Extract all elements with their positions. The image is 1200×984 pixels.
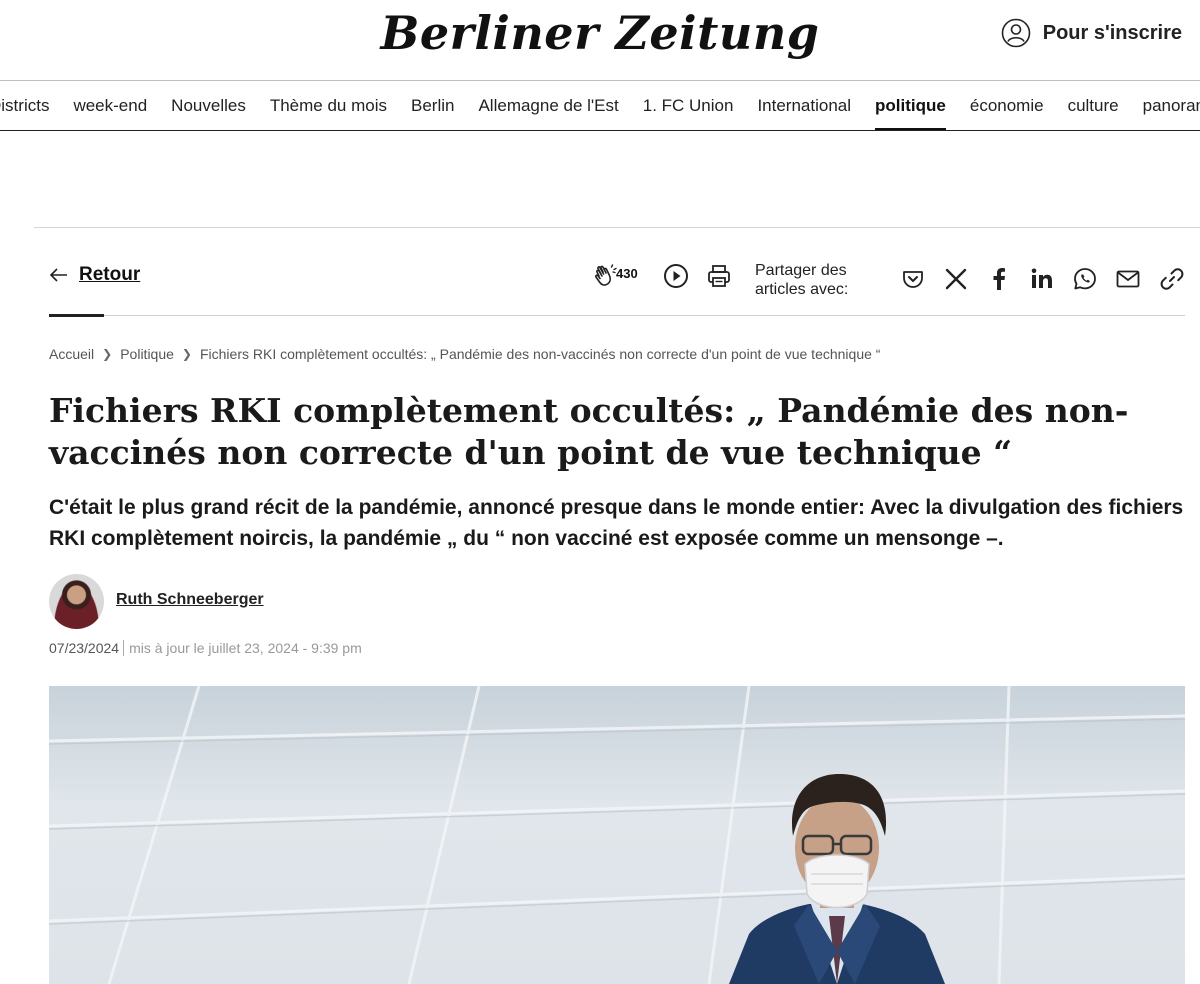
print-icon[interactable] xyxy=(706,263,732,289)
nav-item-th-me-du-mois[interactable]: Thème du mois xyxy=(270,81,387,130)
nav-list: Districts week-end Nouvelles Thème du mois B… xyxy=(0,81,1200,130)
hero-photo xyxy=(49,686,1185,984)
linkedin-icon[interactable] xyxy=(1029,266,1055,292)
article-dates: 07/23/2024 mis à jour le juillet 23, 202… xyxy=(49,640,362,656)
email-icon[interactable] xyxy=(1115,266,1141,292)
x-icon[interactable] xyxy=(943,266,969,292)
login-button[interactable]: Pour s'inscrire xyxy=(1001,18,1182,48)
back-link[interactable]: Retour xyxy=(49,264,140,286)
article-title: Fichiers RKI complètement occultés: „ Pa… xyxy=(49,391,1129,472)
arrow-left-icon xyxy=(49,268,67,282)
ad-divider xyxy=(34,227,1200,228)
author-link[interactable]: Ruth Schneeberger xyxy=(116,591,264,609)
clap-icon xyxy=(595,264,617,286)
breadcrumb-current: Fichiers RKI complètement occultés: „ Pa… xyxy=(199,346,881,362)
nav-item-1-fc-union[interactable]: 1. FC Union xyxy=(643,81,734,130)
nav-item-panorama[interactable]: panorama xyxy=(1143,81,1200,130)
link-icon[interactable] xyxy=(1159,266,1185,292)
chevron-right-icon: ❯ xyxy=(102,347,113,361)
site-header: Berliner Zeitung Pour s'inscrire xyxy=(0,0,1200,80)
updated-date: mis à jour le juillet 23, 2024 - 9:39 pm xyxy=(129,640,362,656)
nav-item-nouvelles[interactable]: Nouvelles xyxy=(171,81,246,130)
breadcrumb: Accueil ❯ Politique ❯ Fichiers RKI compl… xyxy=(49,346,880,362)
article-lead: C'était le plus grand récit de la pandém… xyxy=(49,496,1184,550)
hero-image xyxy=(49,686,1185,984)
toolbar-accent-bar xyxy=(49,314,104,317)
nav-item-international[interactable]: International xyxy=(757,81,851,130)
chevron-right-icon: ❯ xyxy=(181,347,192,361)
nav-item-week-end[interactable]: week-end xyxy=(73,81,147,130)
play-icon[interactable] xyxy=(663,263,689,289)
share-label: Partager des articles avec: xyxy=(755,262,849,298)
toolbar-divider xyxy=(49,315,1185,316)
nav-item-allemagne-de-l-est[interactable]: Allemagne de l'Est xyxy=(478,81,618,130)
user-icon xyxy=(1001,18,1031,48)
pocket-icon[interactable] xyxy=(900,266,926,292)
login-label: Pour s'inscrire xyxy=(1042,21,1182,44)
publish-date: 07/23/2024 xyxy=(49,640,120,656)
nav-item-culture[interactable]: culture xyxy=(1068,81,1119,130)
breadcrumb-section[interactable]: Politique xyxy=(120,346,174,362)
nav-item-politique[interactable]: politique xyxy=(875,81,946,130)
article-toolbar: Retour 430 Partager des articles avec: xyxy=(49,250,1185,316)
back-label: Retour xyxy=(79,264,141,285)
facebook-icon[interactable] xyxy=(986,266,1012,292)
breadcrumb-home[interactable]: Accueil xyxy=(49,346,94,362)
nav-item-berlin[interactable]: Berlin xyxy=(411,81,454,130)
whatsapp-icon[interactable] xyxy=(1072,266,1098,292)
date-divider xyxy=(123,640,125,656)
author-avatar[interactable] xyxy=(49,574,104,629)
clap-button[interactable]: 430 xyxy=(592,263,638,289)
nav-item-districts[interactable]: Districts xyxy=(0,81,49,130)
nav-item-conomie[interactable]: économie xyxy=(970,81,1044,130)
main-nav: Districts week-end Nouvelles Thème du mois B… xyxy=(0,80,1200,131)
clap-count: 430 xyxy=(616,266,638,281)
